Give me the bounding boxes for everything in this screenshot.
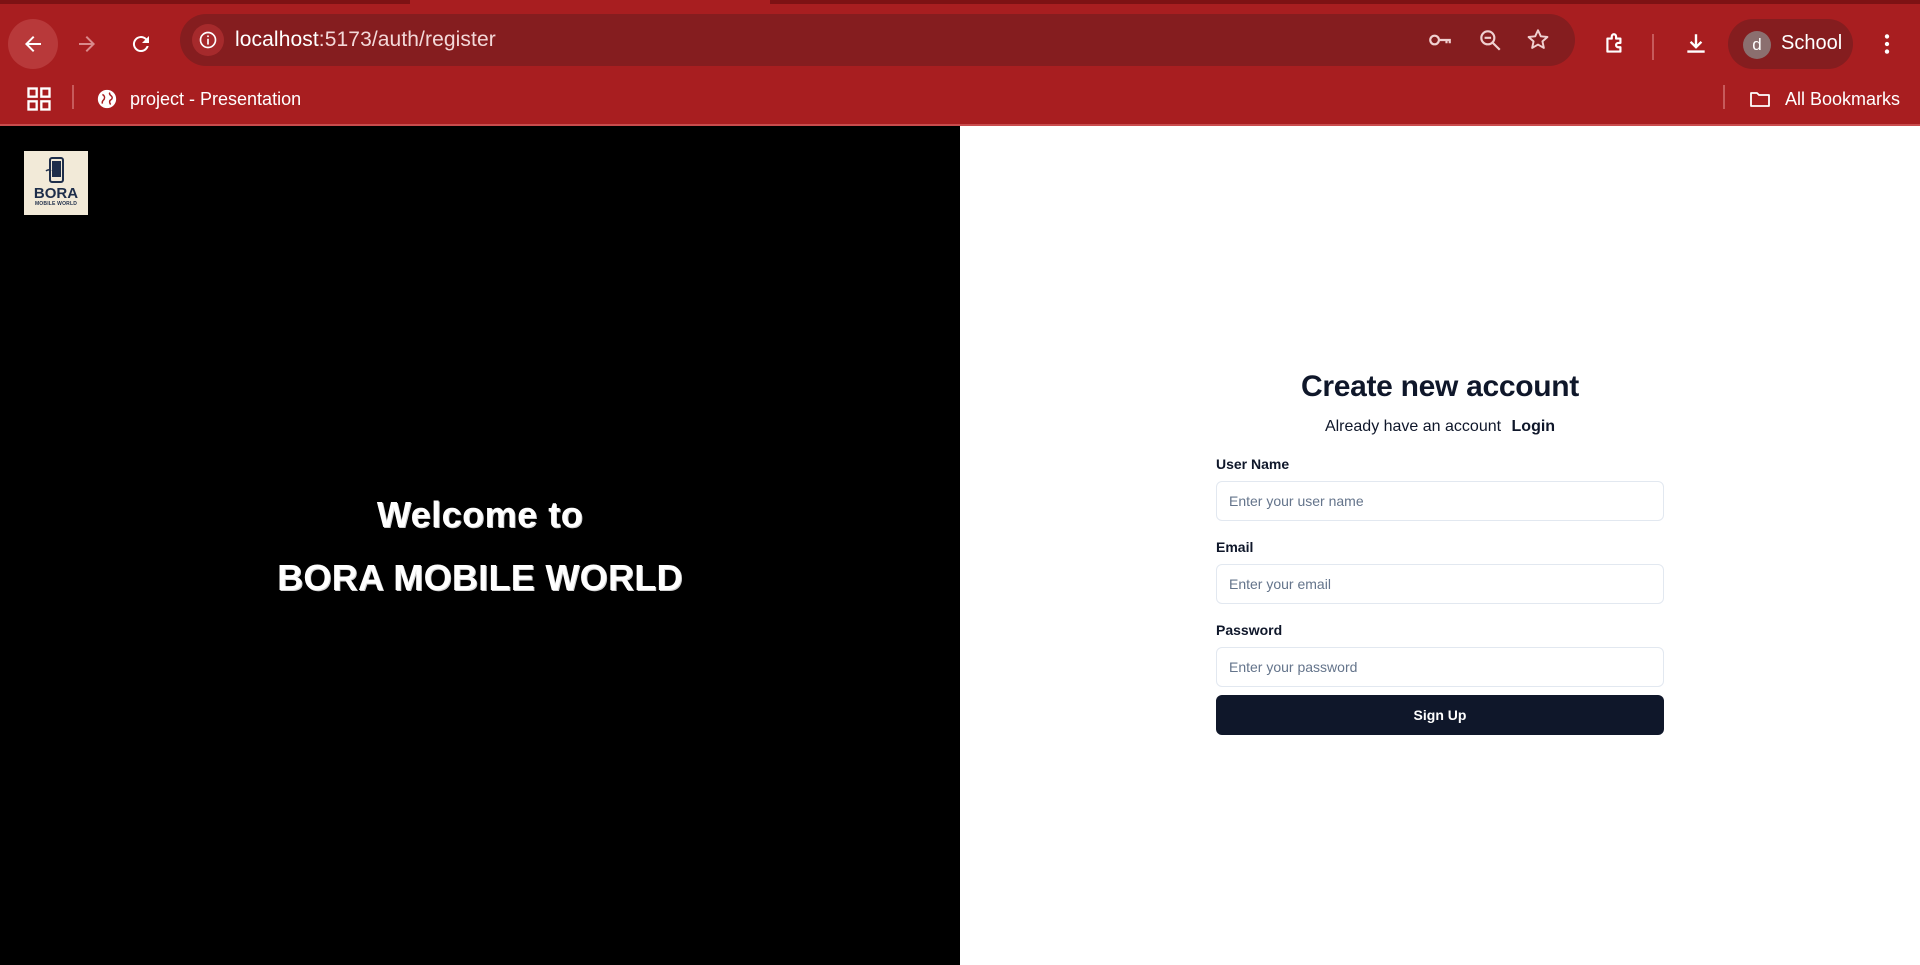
hero-panel: BORA MOBILE WORLD Welcome to BORA MOBILE… (0, 126, 960, 965)
address-bar[interactable]: localhost:5173/auth/register (180, 14, 1575, 66)
bookmark-label: project - Presentation (130, 88, 302, 109)
form-title: Create new account (1300, 370, 1580, 403)
form-subtitle: Already have an account Login (1216, 418, 1664, 436)
arrow-left-icon (25, 36, 41, 52)
all-bookmarks-label: All Bookmarks (1785, 88, 1901, 109)
info-icon (199, 31, 217, 49)
url-host: localhost (235, 28, 319, 51)
username-input[interactable] (1216, 481, 1664, 521)
zoom-icon[interactable] (1477, 27, 1503, 53)
reload-button[interactable] (116, 19, 166, 69)
active-tab-edge[interactable] (410, 0, 770, 4)
folder-icon (1750, 92, 1770, 107)
subtitle-text: Already have an account (1324, 418, 1502, 435)
logo-text: BORA (33, 185, 79, 202)
bookmarks-divider (72, 85, 74, 109)
url-path: :5173/auth/register (318, 28, 496, 51)
apps-grid-icon[interactable] (25, 85, 53, 113)
profile-button[interactable]: d School (1728, 19, 1853, 69)
brand-heading: BORA MOBILE WORLD (277, 557, 683, 598)
register-form: Create new account Already have an accou… (1216, 370, 1664, 735)
bookmarks-bar: project - Presentation All Bookmarks (0, 77, 1920, 122)
login-link[interactable]: Login (1512, 418, 1556, 435)
download-icon (1687, 34, 1705, 53)
back-button[interactable] (8, 19, 58, 69)
toolbar-divider (1652, 34, 1654, 60)
bookmarks-divider (1723, 85, 1725, 109)
username-label: User Name (1216, 456, 1290, 472)
password-key-icon[interactable] (1427, 27, 1453, 53)
site-info-button[interactable] (192, 24, 224, 56)
tab-strip (0, 0, 1920, 4)
all-bookmarks-button[interactable]: All Bookmarks (1748, 84, 1900, 114)
logo-subtext: MOBILE WORLD (34, 201, 78, 207)
phone-icon (45, 157, 64, 183)
brand-logo[interactable]: BORA MOBILE WORLD (24, 151, 88, 215)
globe-icon (97, 89, 117, 109)
kebab-menu-icon (1884, 34, 1890, 54)
browser-toolbar: localhost:5173/auth/register d School (0, 7, 1920, 73)
password-input[interactable] (1216, 647, 1664, 687)
welcome-heading: Welcome to (376, 494, 584, 535)
password-label: Password (1216, 622, 1283, 638)
bookmark-star-icon[interactable] (1525, 27, 1551, 53)
downloads-button[interactable] (1681, 29, 1711, 59)
menu-button[interactable] (1872, 29, 1902, 59)
arrow-right-icon (79, 36, 95, 52)
url-text[interactable]: localhost:5173/auth/register (235, 28, 496, 52)
profile-name: School (1781, 32, 1843, 54)
reload-icon (132, 36, 149, 53)
register-panel: Create new account Already have an accou… (960, 126, 1920, 965)
bookmark-project-presentation[interactable]: project - Presentation (96, 84, 301, 114)
email-input[interactable] (1216, 564, 1664, 604)
email-label: Email (1216, 539, 1254, 555)
browser-chrome: localhost:5173/auth/register d School pr… (0, 0, 1920, 126)
forward-button[interactable] (62, 19, 112, 69)
extensions-button[interactable] (1600, 29, 1630, 59)
sign-up-button[interactable]: Sign Up (1216, 695, 1664, 735)
avatar: d (1743, 31, 1771, 59)
puzzle-icon (1606, 33, 1622, 53)
